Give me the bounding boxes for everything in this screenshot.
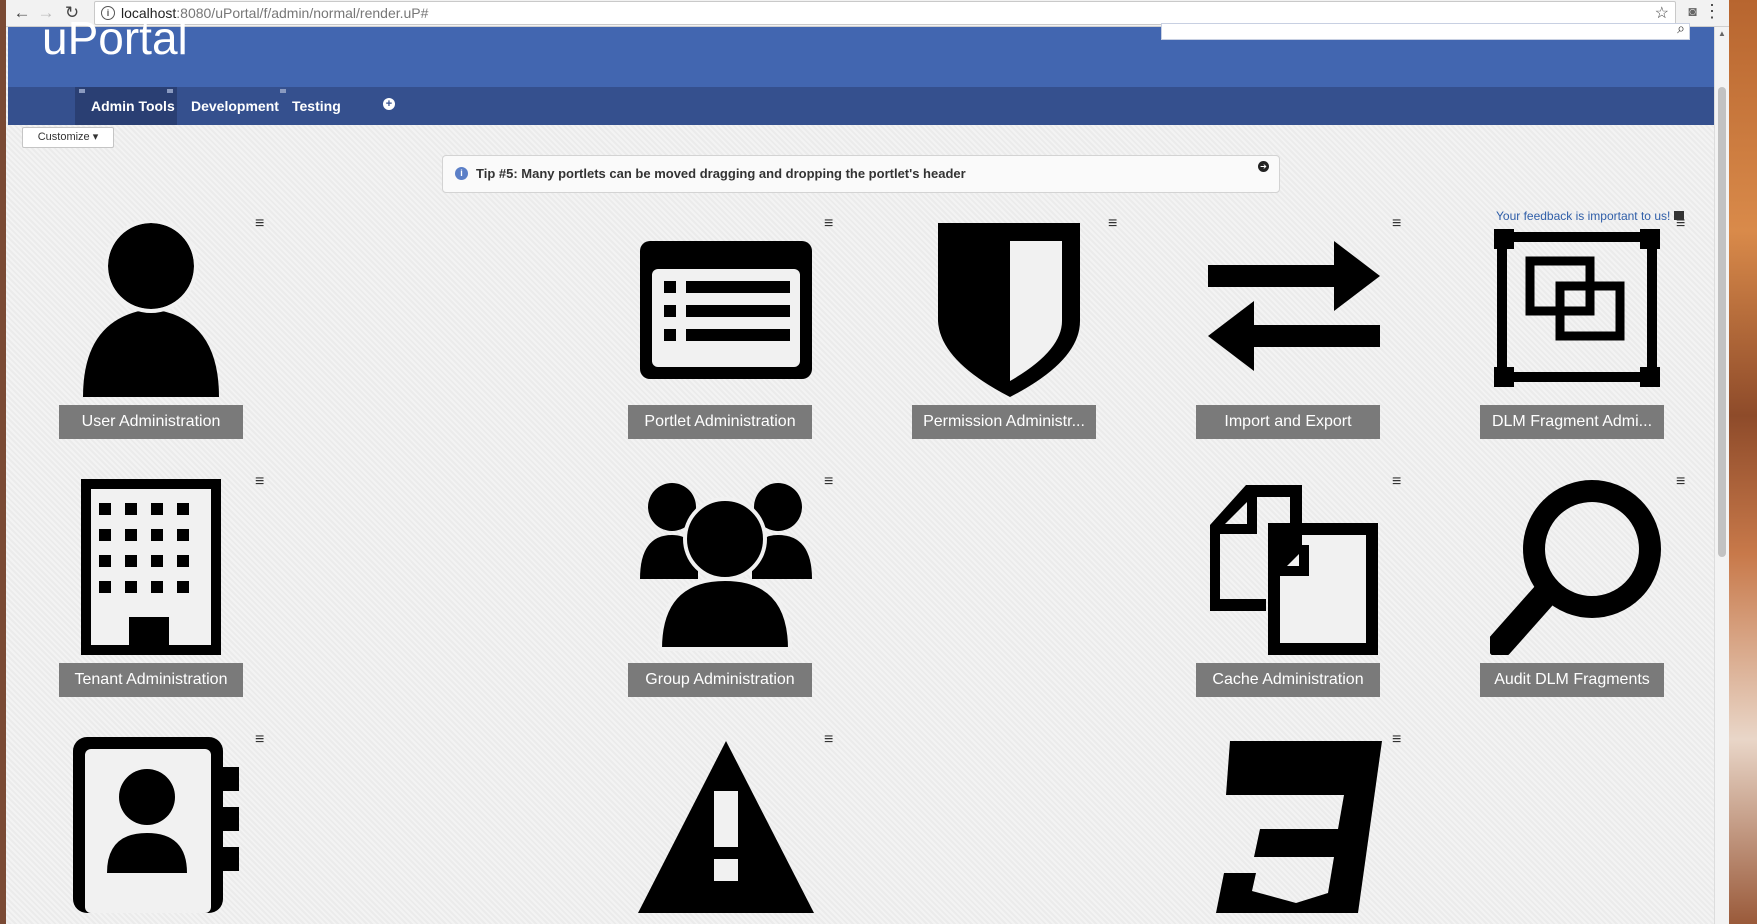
portlet-import-and-export[interactable]: ≡ Import and Export [1196,216,1401,449]
next-tip-icon[interactable]: ➔ [1258,161,1269,172]
tab-admin-tools[interactable]: Admin Tools [75,87,177,125]
portlet-warning[interactable]: ≡ [628,732,833,924]
tab-testing[interactable]: Testing [280,87,350,125]
portlet-title[interactable]: User Administration [59,405,243,439]
tip-text: Tip #5: Many portlets can be moved dragg… [476,166,966,181]
portlet-list-icon[interactable] [628,219,818,395]
shield-icon[interactable] [912,219,1102,397]
portlet-menu-icon[interactable]: ≡ [255,216,264,232]
portlet-address-book[interactable]: ≡ [59,732,264,924]
search-icon[interactable]: ⌕ [1677,20,1685,37]
group-icon[interactable] [628,477,818,653]
portlet-portlet-administration[interactable]: ≡ Portlet Administration [628,216,833,449]
drag-handle-icon[interactable] [280,89,286,93]
portlet-menu-icon[interactable]: ≡ [824,732,833,748]
tab-bar: Admin Tools Development Testing + [8,87,1715,125]
tab-development[interactable]: Development [183,87,279,125]
portlet-menu-icon[interactable]: ≡ [1676,474,1685,490]
exchange-arrows-icon[interactable] [1196,219,1386,395]
customize-button[interactable]: Customize ▾ [22,127,114,148]
portlet-title[interactable]: Tenant Administration [59,663,243,697]
portlet-title[interactable]: DLM Fragment Admi... [1480,405,1664,439]
portal-logo[interactable]: uPortal [42,11,188,65]
camera-icon[interactable]: ◙ [1689,3,1697,19]
portlet-menu-icon[interactable]: ≡ [255,474,264,490]
bookmark-star-icon[interactable]: ☆ [1655,3,1669,23]
fragment-icon[interactable] [1480,219,1670,395]
scrollbar-thumb[interactable] [1718,87,1726,557]
info-icon: i [455,167,468,180]
portlet-title[interactable]: Group Administration [628,663,812,697]
portlet-css3[interactable]: ≡ [1196,732,1401,924]
add-tab-icon[interactable]: + [383,98,395,110]
browser-window: ← → ↻ i localhost:8080/uPortal/f/admin/n… [6,0,1729,924]
address-book-icon[interactable] [59,735,249,913]
address-bar[interactable]: i localhost:8080/uPortal/f/admin/normal/… [94,1,1676,25]
building-icon[interactable] [59,477,249,655]
portlet-title[interactable]: Import and Export [1196,405,1380,439]
portlet-menu-icon[interactable]: ≡ [1108,216,1117,232]
copy-documents-icon[interactable] [1196,477,1386,655]
drag-handle-icon[interactable] [79,89,85,93]
portlet-title[interactable]: Portlet Administration [628,405,812,439]
tip-banner: i Tip #5: Many portlets can be moved dra… [442,155,1280,193]
css3-icon[interactable] [1196,735,1386,913]
portlet-cache-administration[interactable]: ≡ Cache Administration [1196,474,1401,707]
portal-header: uPortal ⌕ [8,12,1715,87]
portlet-audit-dlm-fragments[interactable]: ≡ Audit DLM Fragments [1480,474,1685,707]
portlet-group-administration[interactable]: ≡ Group Administration [628,474,833,707]
portlet-menu-icon[interactable]: ≡ [255,732,264,748]
portlet-menu-icon[interactable]: ≡ [1676,216,1685,232]
portlet-tenant-administration[interactable]: ≡ Tenant Administration [59,474,264,707]
portlet-menu-icon[interactable]: ≡ [824,474,833,490]
portlet-title[interactable]: Audit DLM Fragments [1480,663,1664,697]
portlet-user-administration[interactable]: ≡ User Administration [59,216,264,449]
user-icon[interactable] [59,219,249,397]
desktop-background [1725,0,1757,924]
warning-icon[interactable] [628,735,818,913]
portal-page: uPortal ⌕ Admin Tools Development Testin… [6,12,1715,924]
portlet-menu-icon[interactable]: ≡ [1392,474,1401,490]
scroll-up-icon[interactable]: ▲ [1718,29,1726,38]
browser-menu-icon[interactable]: ⋮ [1703,1,1721,22]
portlet-permission-administration[interactable]: ≡ Permission Administr... [912,216,1117,449]
portlet-title[interactable]: Permission Administr... [912,405,1096,439]
page-scrollbar[interactable]: ▲ [1714,27,1729,924]
portlet-menu-icon[interactable]: ≡ [1392,216,1401,232]
back-icon[interactable]: ← [12,3,32,23]
portlet-menu-icon[interactable]: ≡ [824,216,833,232]
portlet-dlm-fragment-administration[interactable]: ≡ DLM Fragment Admi... [1480,216,1685,449]
magnifier-icon[interactable] [1480,477,1670,655]
portlet-title[interactable]: Cache Administration [1196,663,1380,697]
portlet-menu-icon[interactable]: ≡ [1392,732,1401,748]
search-input[interactable]: ⌕ [1161,20,1690,40]
